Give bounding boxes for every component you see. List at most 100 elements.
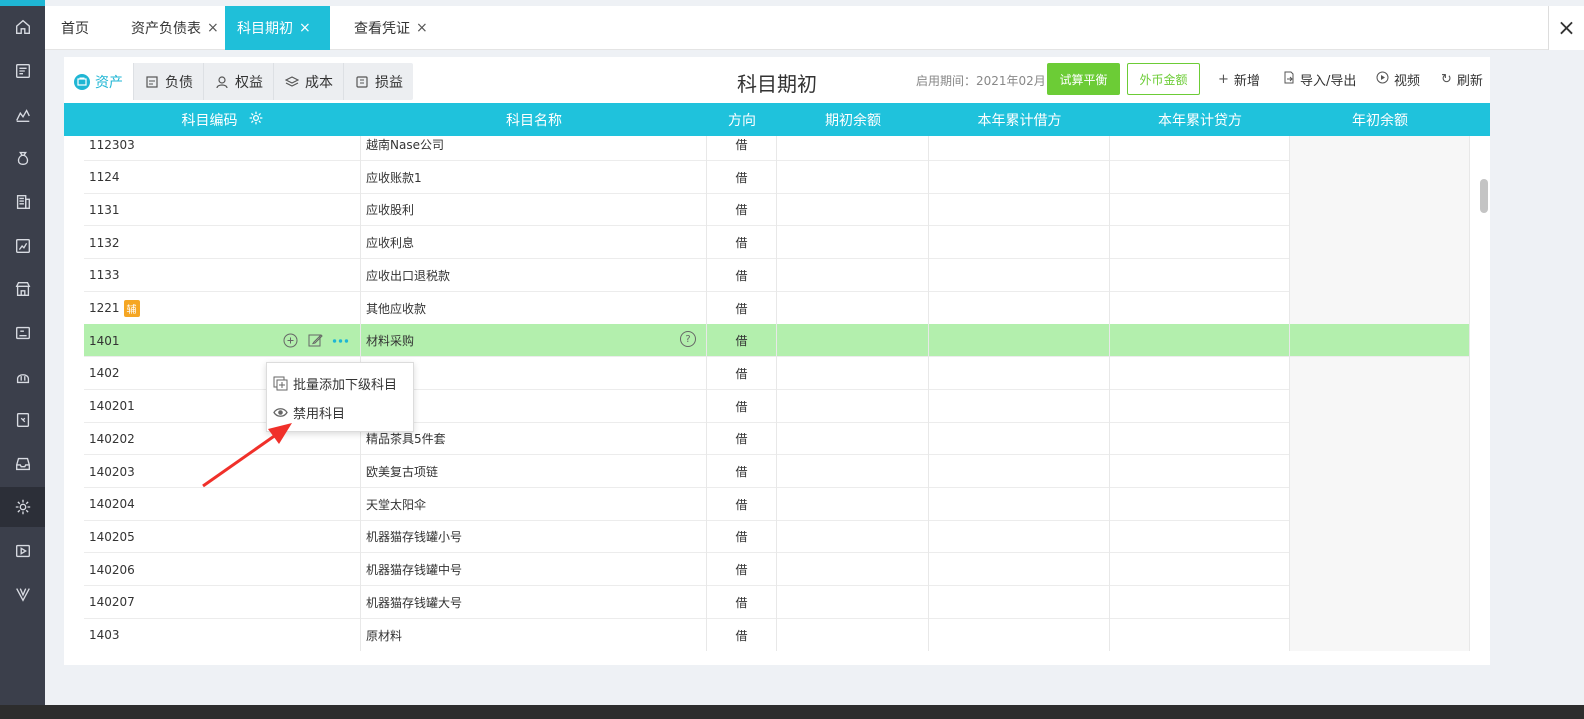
cell-opening-balance[interactable]	[777, 422, 929, 456]
cell-ytd-credit[interactable]	[1110, 585, 1290, 619]
add-child-icon[interactable]	[282, 332, 299, 349]
cell-ytd-debit[interactable]	[929, 389, 1110, 423]
cell-ytd-credit[interactable]	[1110, 356, 1290, 390]
cell-opening-balance[interactable]	[777, 520, 929, 554]
cell-opening-balance[interactable]	[777, 487, 929, 521]
cell-ytd-debit[interactable]	[929, 455, 1110, 488]
cell-ytd-credit[interactable]	[1110, 226, 1290, 260]
tab-close-icon[interactable]: ×	[207, 20, 219, 36]
table-row[interactable]: 1132 应收利息 借	[84, 226, 1470, 260]
cell-ytd-debit[interactable]	[929, 193, 1110, 227]
cell-opening-balance[interactable]	[777, 356, 929, 390]
cell-opening-balance[interactable]	[777, 136, 929, 161]
money-bag-icon[interactable]	[0, 138, 45, 178]
cell-ytd-credit[interactable]	[1110, 422, 1290, 456]
cell-ytd-credit[interactable]	[1110, 136, 1290, 161]
cell-opening-balance[interactable]	[777, 226, 929, 260]
help-question-icon[interactable]: ?	[680, 331, 696, 348]
window-close-button[interactable]: ×	[1548, 6, 1584, 50]
ledger-icon[interactable]	[0, 182, 45, 222]
table-row[interactable]: 140205 机器猫存钱罐小号 借	[84, 520, 1470, 554]
store-icon[interactable]	[0, 269, 45, 309]
cell-opening-balance[interactable]	[777, 258, 929, 292]
cell-ytd-credit[interactable]	[1110, 193, 1290, 227]
cell-opening-balance[interactable]	[777, 324, 929, 358]
cell-ytd-credit[interactable]	[1110, 618, 1290, 651]
cell-opening-balance[interactable]	[777, 160, 929, 194]
cell-ytd-debit[interactable]	[929, 422, 1110, 456]
table-row[interactable]: 140207 机器猫存钱罐大号 借	[84, 585, 1470, 619]
table-row[interactable]: 1131 应收股利 借	[84, 193, 1470, 227]
table-row[interactable]: 1221 辅其他应收款借	[84, 291, 1470, 325]
chart-line-icon[interactable]	[0, 95, 45, 135]
inbox-icon[interactable]	[0, 444, 45, 484]
cell-opening-balance[interactable]	[777, 389, 929, 423]
cell-ytd-debit[interactable]	[929, 136, 1110, 161]
cell-ytd-debit[interactable]	[929, 487, 1110, 521]
salary-icon[interactable]	[0, 357, 45, 397]
cell-ytd-debit[interactable]	[929, 226, 1110, 260]
category-equity[interactable]: 权益	[204, 63, 274, 100]
table-row[interactable]: 1401 材料采购? 借	[84, 324, 1470, 358]
cell-ytd-debit[interactable]	[929, 585, 1110, 619]
voucher-icon[interactable]	[0, 51, 45, 91]
cell-opening-balance[interactable]	[777, 193, 929, 227]
category-profit-loss[interactable]: 损益	[344, 63, 413, 100]
cell-ytd-debit[interactable]	[929, 618, 1110, 651]
asset-icon[interactable]	[0, 313, 45, 353]
category-liabilities[interactable]: 负债	[134, 63, 204, 100]
tab-close-icon[interactable]: ×	[299, 20, 311, 36]
cell-opening-balance[interactable]	[777, 585, 929, 619]
cell-opening-balance[interactable]	[777, 553, 929, 587]
cell-ytd-debit[interactable]	[929, 258, 1110, 292]
table-row[interactable]: 112303 越南Nase公司 借	[84, 136, 1470, 161]
category-assets[interactable]: 资产	[64, 63, 134, 100]
tab-balance-sheet[interactable]: 资产负债表 ×	[119, 6, 231, 50]
table-row[interactable]: 1124 应收账款1 借	[84, 160, 1470, 194]
cell-ytd-credit[interactable]	[1110, 324, 1290, 358]
table-row[interactable]: 1133 应收出口退税款 借	[84, 258, 1470, 292]
tab-view-voucher[interactable]: 查看凭证 ×	[342, 6, 440, 50]
cell-ytd-credit[interactable]	[1110, 520, 1290, 554]
edit-icon[interactable]	[307, 332, 324, 349]
settings-gear-icon[interactable]	[0, 487, 45, 527]
cell-ytd-credit[interactable]	[1110, 389, 1290, 423]
cell-ytd-debit[interactable]	[929, 291, 1110, 325]
tab-opening-balance[interactable]: 科目期初 ×	[225, 6, 330, 50]
foreign-currency-button[interactable]: 外币金额	[1127, 63, 1200, 95]
vertical-scrollbar-thumb[interactable]	[1480, 179, 1488, 213]
disable-account-item[interactable]: 禁用科目	[273, 401, 345, 423]
refresh-button[interactable]: ↻ 刷新	[1441, 70, 1483, 89]
trial-balance-button[interactable]: 试算平衡	[1047, 63, 1120, 95]
tab-home[interactable]: 首页	[49, 6, 101, 50]
table-row[interactable]: 140204 天堂太阳伞 借	[84, 487, 1470, 521]
table-row[interactable]: 1403 原材料 借	[84, 618, 1470, 651]
cell-opening-balance[interactable]	[777, 618, 929, 651]
table-row[interactable]: 140206 机器猫存钱罐中号 借	[84, 553, 1470, 587]
cell-opening-balance[interactable]	[777, 455, 929, 488]
table-row[interactable]: 140203 欧美复古项链 借	[84, 455, 1470, 488]
vip-icon[interactable]	[0, 574, 45, 614]
cell-ytd-credit[interactable]	[1110, 455, 1290, 488]
cell-ytd-credit[interactable]	[1110, 291, 1290, 325]
import-export-button[interactable]: 导入/导出	[1283, 70, 1356, 89]
cell-ytd-debit[interactable]	[929, 553, 1110, 587]
cell-ytd-credit[interactable]	[1110, 487, 1290, 521]
cell-ytd-debit[interactable]	[929, 160, 1110, 194]
cell-opening-balance[interactable]	[777, 291, 929, 325]
batch-add-subaccount-item[interactable]: 批量添加下级科目	[273, 372, 397, 394]
report-icon[interactable]	[0, 226, 45, 266]
cell-ytd-credit[interactable]	[1110, 160, 1290, 194]
video-button[interactable]: 视频	[1376, 70, 1420, 89]
cell-ytd-debit[interactable]	[929, 520, 1110, 554]
cell-ytd-credit[interactable]	[1110, 258, 1290, 292]
cell-ytd-credit[interactable]	[1110, 553, 1290, 587]
video-icon[interactable]	[0, 531, 45, 571]
cell-ytd-debit[interactable]	[929, 356, 1110, 390]
home-icon[interactable]	[0, 7, 45, 47]
cell-ytd-debit[interactable]	[929, 324, 1110, 358]
tab-close-icon[interactable]: ×	[416, 20, 428, 36]
header-settings-gear-icon[interactable]	[248, 110, 264, 130]
category-cost[interactable]: 成本	[274, 63, 344, 100]
more-dots-icon[interactable]	[332, 332, 349, 349]
